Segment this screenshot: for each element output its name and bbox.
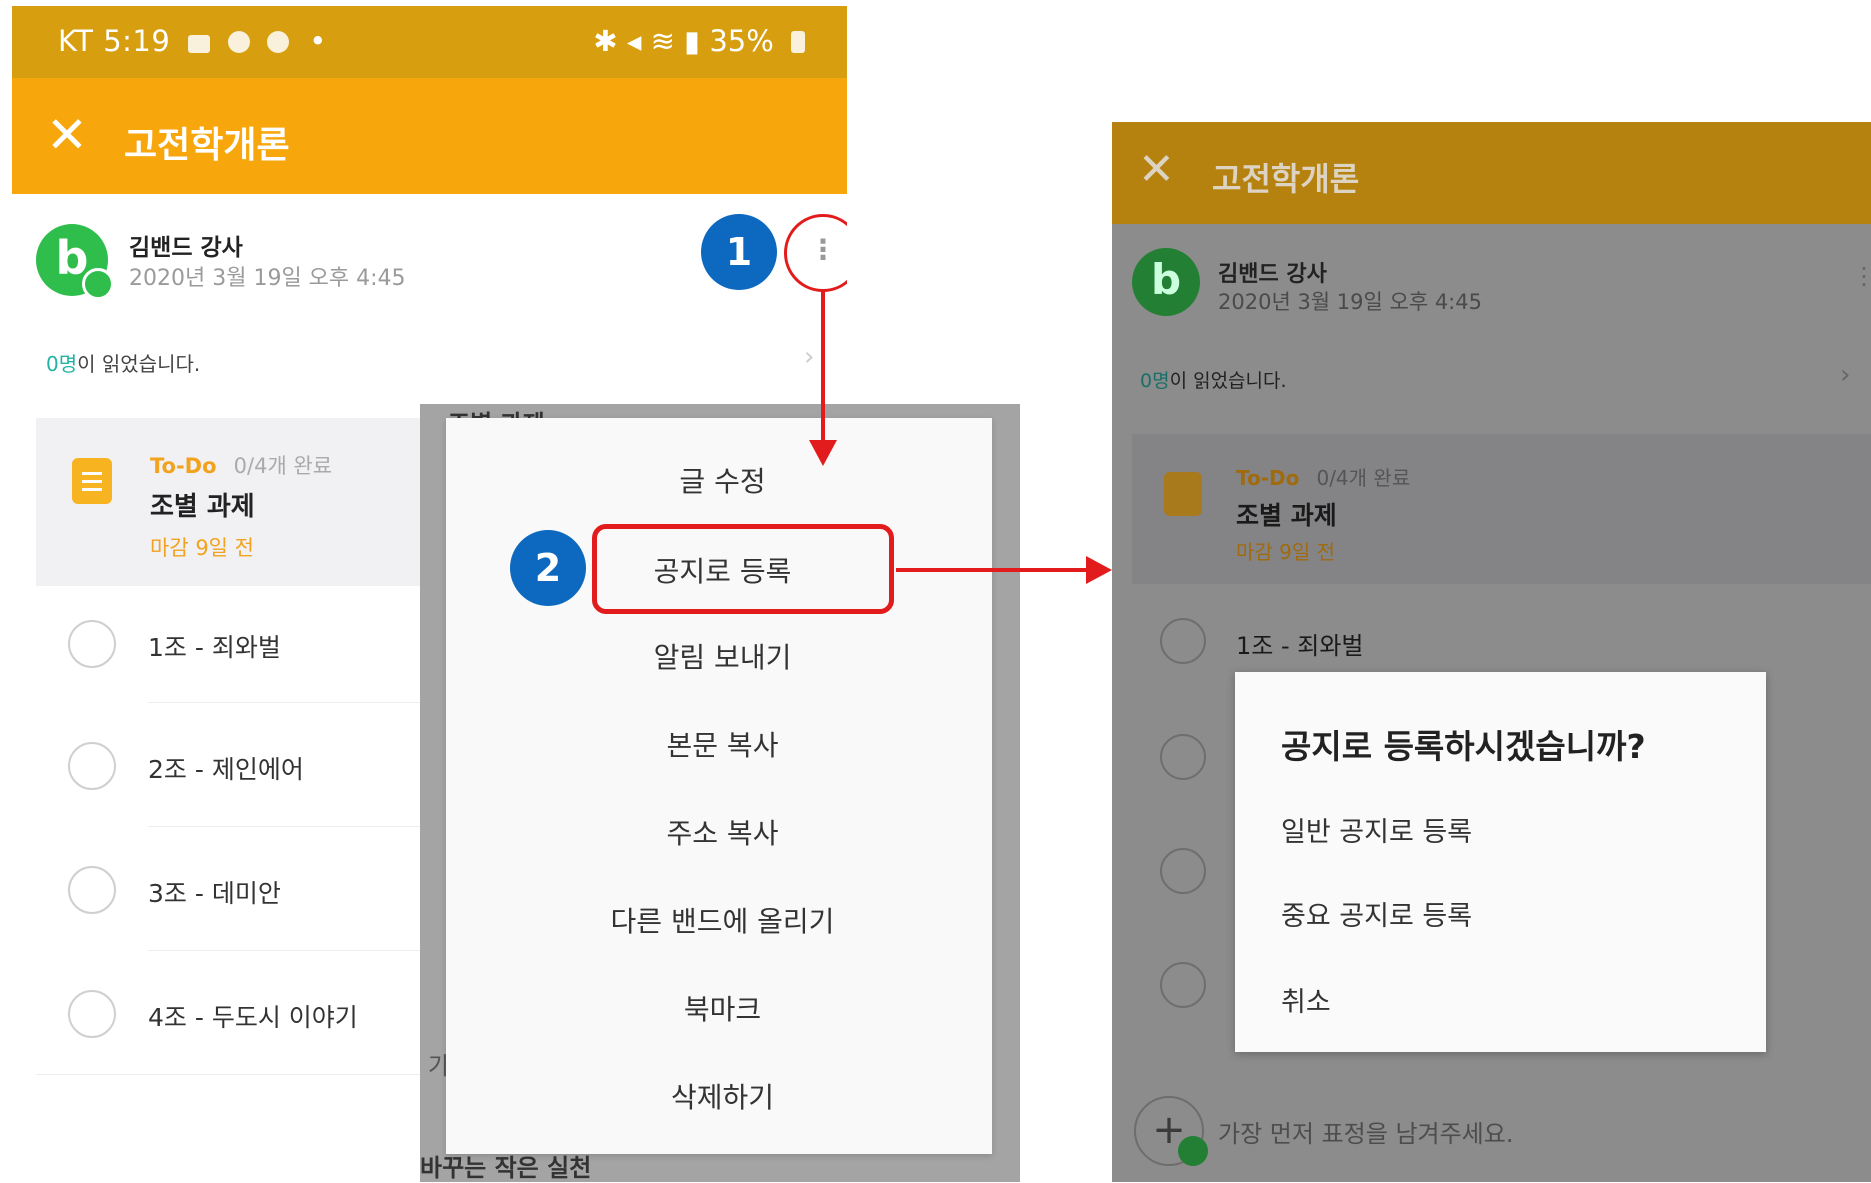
menu-item-send-alert[interactable]: 알림 보내기	[446, 636, 999, 676]
chat-icon	[227, 31, 250, 53]
menu-item-bookmark[interactable]: 북마크	[446, 988, 999, 1028]
task-checkbox	[1160, 962, 1206, 1008]
step-badge-1: 1	[701, 214, 777, 290]
more-options-icon[interactable]: ⋮	[784, 214, 847, 292]
chevron-right-icon: ›	[804, 342, 815, 372]
avatar: b	[1132, 248, 1200, 316]
divider	[148, 702, 438, 703]
task-item: 4조 - 두도시 이야기	[148, 1003, 358, 1032]
status-carrier-time: KT 5:19 •	[58, 24, 327, 58]
task-checkbox[interactable]	[68, 620, 116, 668]
arrow-right-head	[1086, 556, 1112, 584]
task-item: 1조 - 죄와벌	[1236, 632, 1364, 660]
battery-level: 35%	[709, 24, 774, 58]
author-name[interactable]: 김밴드 강사	[129, 228, 243, 262]
dialog-option-normal[interactable]: 일반 공지로 등록	[1281, 810, 1472, 849]
menu-item-edit[interactable]: 글 수정	[446, 460, 999, 500]
todo-title: 조별 과제	[1236, 501, 1337, 530]
arrow-down-head	[809, 440, 837, 466]
chevron-right-icon: ›	[1840, 360, 1851, 390]
status-bar: KT 5:19 • ✱ ◂ ≋ ▮ 35%	[12, 6, 847, 78]
menu-item-delete[interactable]: 삭제하기	[446, 1076, 999, 1116]
divider	[36, 1074, 436, 1075]
task-checkbox	[1160, 848, 1206, 894]
status-right: ✱ ◂ ≋ ▮ 35%	[593, 24, 805, 58]
task-item: 3조 - 데미안	[148, 879, 281, 908]
close-icon[interactable]: ✕	[46, 110, 88, 160]
task-checkbox[interactable]	[68, 990, 116, 1038]
more-options-icon: ⋮	[1852, 262, 1871, 290]
arrow-right-line	[896, 568, 1086, 572]
post-date: 2020년 3월 19일 오후 4:45	[1218, 290, 1482, 314]
dot-icon: •	[309, 24, 327, 58]
highlight-box	[592, 524, 894, 614]
band-title: 고전학개론	[124, 125, 290, 166]
todo-header: To-Do 0/4개 완료	[1236, 466, 1411, 490]
todo-icon	[72, 458, 112, 504]
todo-title: 조별 과제	[150, 492, 255, 522]
todo-header: To-Do 0/4개 완료	[150, 454, 333, 478]
divider	[148, 950, 438, 951]
post-date: 2020년 3월 19일 오후 4:45	[129, 266, 406, 291]
app-bar-dimmed: ✕ 고전학개론	[1112, 122, 1871, 224]
task-checkbox	[1160, 618, 1206, 664]
task-checkbox[interactable]	[68, 866, 116, 914]
read-status[interactable]: 0명이 읽었습니다.	[46, 348, 200, 377]
avatar[interactable]: b	[36, 224, 114, 300]
band-icon	[267, 31, 290, 53]
dialog-option-cancel[interactable]: 취소	[1281, 980, 1331, 1019]
peek-title: 조별 과제	[448, 404, 545, 418]
menu-item-copy-url[interactable]: 주소 복사	[446, 812, 999, 852]
todo-due: 마감 9일 전	[150, 536, 254, 560]
task-item: 1조 - 죄와벌	[148, 633, 281, 662]
author-name: 김밴드 강사	[1218, 262, 1327, 287]
wifi-icon: ≋	[650, 24, 675, 58]
menu-item-copy-body[interactable]: 본문 복사	[446, 724, 999, 764]
task-item: 2조 - 제인에어	[148, 755, 304, 784]
todo-icon	[1164, 472, 1202, 516]
battery-icon	[791, 31, 805, 53]
dialog-option-important[interactable]: 중요 공지로 등록	[1281, 894, 1472, 933]
reaction-placeholder: 가장 먼저 표정을 남겨주세요.	[1218, 1120, 1514, 1148]
band-title: 고전학개론	[1212, 160, 1360, 198]
smile-icon	[1178, 1136, 1208, 1166]
leader-badge-icon	[82, 268, 114, 300]
divider	[148, 826, 438, 827]
notice-dialog: 공지로 등록하시겠습니까? 일반 공지로 등록 중요 공지로 등록 취소	[1235, 672, 1766, 1052]
step-badge-2: 2	[510, 530, 586, 606]
menu-item-share-band[interactable]: 다른 밴드에 올리기	[446, 900, 999, 940]
todo-due: 마감 9일 전	[1236, 540, 1336, 564]
dialog-title: 공지로 등록하시겠습니까?	[1281, 727, 1646, 766]
mute-icon: ◂	[626, 24, 642, 58]
task-checkbox	[1160, 734, 1206, 780]
bluetooth-icon: ✱	[593, 24, 618, 58]
app-bar: ✕ 고전학개론	[12, 78, 847, 194]
signal-icon: ▮	[684, 24, 701, 58]
arrow-down-line	[821, 290, 825, 440]
gallery-icon	[188, 35, 211, 53]
close-icon: ✕	[1138, 144, 1175, 195]
read-status: 0명이 읽었습니다.	[1140, 370, 1287, 392]
task-checkbox[interactable]	[68, 742, 116, 790]
right-screenshot: ✕ 고전학개론 b 김밴드 강사 2020년 3월 19일 오후 4:45 ⋮ …	[1112, 122, 1871, 1182]
